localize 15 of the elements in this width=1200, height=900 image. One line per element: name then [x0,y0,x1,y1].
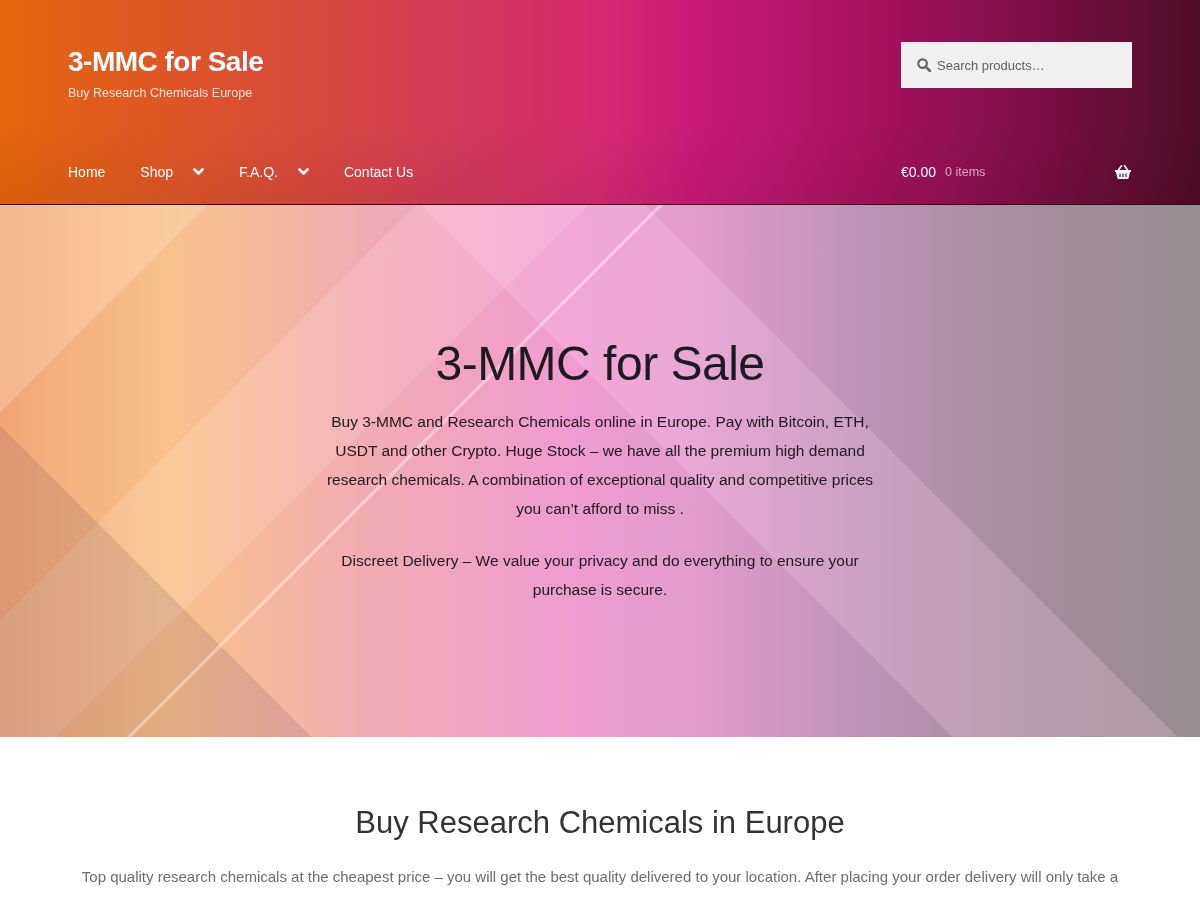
nav-link[interactable]: Contact Us [343,161,414,183]
cart-link[interactable]: €0.00 0 items [901,161,1132,183]
nav-link[interactable]: F.A.Q. [239,161,309,183]
hero-paragraph: Buy 3-MMC and Research Chemicals online in Europe. Pay with Bitcoin, ETH, USDT and other Crypto. Huge Stock – we have all the premium high demand research chemicals. A combination of exceptional quality and competitive prices you can’t afford to miss . [325,412,875,519]
site-title[interactable]: 3-MMC for Sale [68,44,264,80]
nav-link[interactable]: Home [68,161,106,183]
hero-paragraph: Discreet Delivery – We value your privacy and do everything to ensure your purchase is secure. [340,551,860,600]
search-icon [917,58,931,72]
search-field[interactable]: Search products… [901,42,1132,88]
nav-link[interactable]: Shop [140,161,205,183]
site-tagline: Buy Research Chemicals Europe [68,85,254,102]
section-heading: Buy Research Chemicals in Europe [354,804,846,842]
basket-icon [1114,164,1132,180]
section-paragraph: Top quality research chemicals at the cheapest price – you will get the best quality delivered to your location. After placing your order delivery will only take a [80,867,1120,887]
hero-title: 3-MMC for Sale [435,336,765,392]
